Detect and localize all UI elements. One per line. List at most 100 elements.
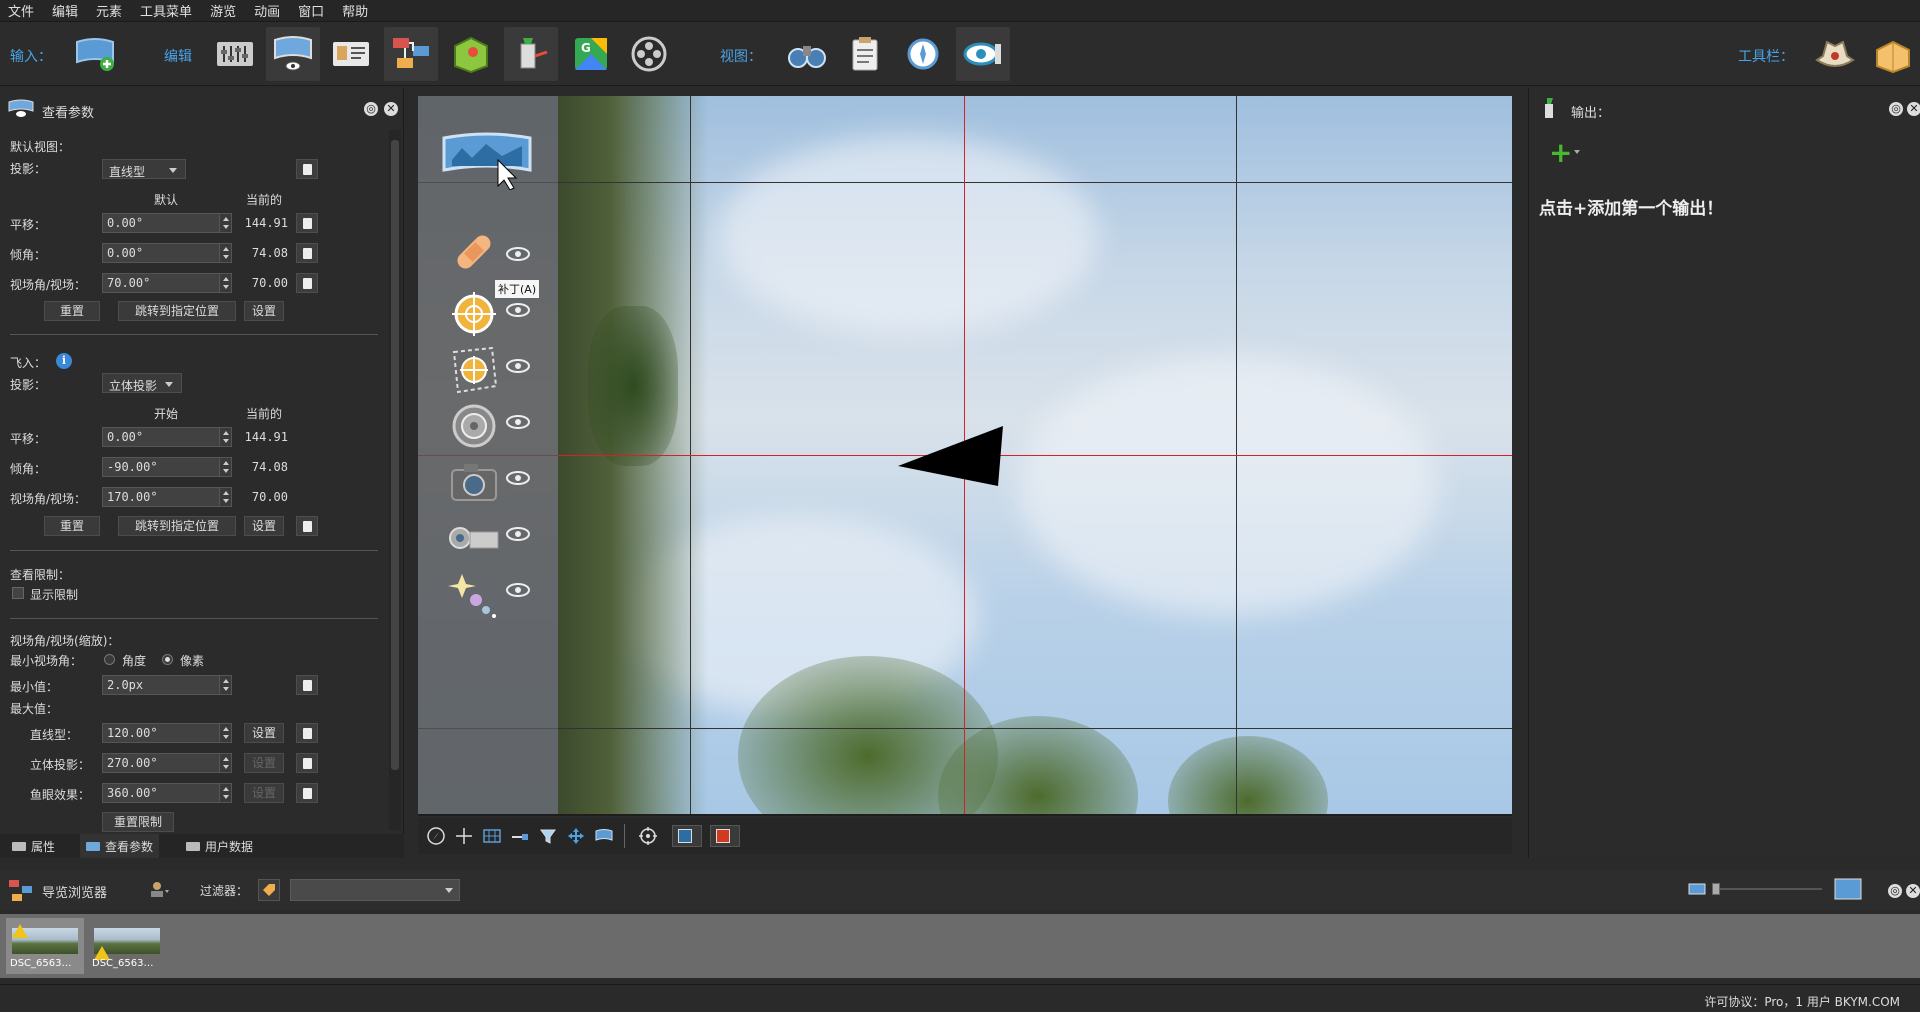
preview-button[interactable] [956, 27, 1010, 81]
spinner-arrows-icon[interactable] [219, 274, 231, 292]
rect-max-spinbox[interactable]: 120.00° [102, 723, 232, 743]
patch-bandage-icon[interactable] [446, 224, 502, 280]
fly-goto-button[interactable]: 跳转到指定位置 [118, 516, 236, 536]
horizon-level-icon[interactable] [510, 826, 530, 846]
tour-map-button[interactable] [384, 27, 438, 81]
stereo-max-spinbox[interactable]: 270.00° [102, 753, 232, 773]
spinner-arrows-icon[interactable] [219, 488, 231, 506]
panorama-view-icon[interactable] [594, 826, 614, 846]
filter-tag-button[interactable] [258, 879, 280, 901]
copy-button[interactable] [296, 783, 318, 803]
sound-speaker-icon[interactable] [446, 398, 502, 454]
copy-button[interactable] [296, 723, 318, 743]
close-icon[interactable]: ✕ [1907, 102, 1920, 116]
copy-button[interactable] [296, 159, 318, 179]
close-icon[interactable]: ✕ [384, 102, 398, 116]
fly-fov-spinbox[interactable]: 170.00° [102, 487, 232, 507]
close-icon[interactable]: ✕ [1906, 884, 1920, 898]
slider-handle[interactable] [1712, 883, 1720, 895]
info-icon[interactable]: i [56, 353, 72, 369]
panorama-thumbnail[interactable]: DSC_6563… [88, 918, 166, 974]
user-data-button[interactable] [324, 27, 378, 81]
output-button[interactable] [1866, 27, 1920, 81]
rect-set-button[interactable]: 设置 [244, 723, 284, 743]
menu-window[interactable]: 窗口 [298, 1, 324, 20]
fisheye-set-button[interactable]: 设置 [244, 783, 284, 803]
filter-dropdown[interactable] [290, 879, 460, 901]
pixel-radio[interactable] [162, 654, 173, 665]
view-params-button[interactable] [266, 27, 320, 81]
min-spinbox[interactable]: 2.0px [102, 675, 232, 695]
crosshair-icon[interactable] [454, 826, 474, 846]
panorama-select-icon[interactable] [442, 130, 532, 190]
tab-properties[interactable]: 属性 [6, 834, 61, 858]
reset-button[interactable]: 重置 [44, 301, 100, 321]
hotspot-pointer-icon[interactable] [898, 426, 1018, 496]
set-button[interactable]: 设置 [244, 301, 284, 321]
menu-help[interactable]: 帮助 [342, 1, 368, 20]
menu-animation[interactable]: 动画 [254, 1, 280, 20]
panel-scrollbar[interactable] [389, 130, 401, 830]
angle-radio[interactable] [104, 654, 115, 665]
goto-button[interactable]: 跳转到指定位置 [118, 301, 236, 321]
copy-button[interactable] [296, 675, 318, 695]
panorama-thumbnail[interactable]: DSC_6563… [6, 918, 84, 974]
menu-edit[interactable]: 编辑 [52, 1, 78, 20]
copy-button[interactable] [296, 213, 318, 233]
scrollbar-thumb[interactable] [391, 140, 399, 770]
eye-icon[interactable] [506, 470, 530, 486]
copy-button[interactable] [296, 243, 318, 263]
fly-set-button[interactable]: 设置 [244, 516, 284, 536]
camera-icon[interactable] [446, 454, 502, 510]
menu-tools[interactable]: 工具菜单 [140, 1, 192, 20]
grid-icon[interactable] [482, 826, 502, 846]
tab-view-params[interactable]: 查看参数 [80, 834, 160, 858]
line-color-picker[interactable] [672, 825, 702, 847]
add-output-button[interactable]: + [1549, 139, 1572, 167]
mixer-button[interactable] [208, 27, 262, 81]
eye-icon[interactable] [506, 302, 530, 318]
float-icon[interactable]: ◎ [364, 102, 378, 116]
tour-settings-button[interactable] [1808, 27, 1862, 81]
lens-flare-icon[interactable] [446, 566, 502, 622]
chevron-down-icon[interactable] [1574, 150, 1580, 154]
google-maps-button[interactable]: G [564, 27, 618, 81]
tab-user-data[interactable]: 用户数据 [180, 834, 259, 858]
projection-dropdown[interactable]: 直线型 [102, 159, 186, 179]
menu-file[interactable]: 文件 [8, 1, 34, 20]
fisheye-max-spinbox[interactable]: 360.00° [102, 783, 232, 803]
reset-limits-button[interactable]: 重置限制 [102, 812, 174, 832]
fly-reset-button[interactable]: 重置 [44, 516, 100, 536]
eye-icon[interactable] [506, 526, 530, 542]
copy-button[interactable] [296, 516, 318, 536]
eye-icon[interactable] [506, 414, 530, 430]
user-stamp-icon[interactable] [148, 880, 170, 900]
fly-pan-spinbox[interactable]: 0.00° [102, 427, 232, 447]
menu-tour[interactable]: 游览 [210, 1, 236, 20]
point-hotspot-icon[interactable] [446, 286, 502, 342]
tilt-spinbox[interactable]: 0.00° [102, 243, 232, 263]
polygon-hotspot-icon[interactable] [446, 342, 502, 398]
add-panorama-button[interactable] [68, 27, 122, 81]
fly-projection-dropdown[interactable]: 立体投影 [102, 373, 182, 393]
eye-icon[interactable] [506, 582, 530, 598]
spinner-arrows-icon[interactable] [219, 784, 231, 802]
spinner-arrows-icon[interactable] [219, 754, 231, 772]
spinner-arrows-icon[interactable] [219, 244, 231, 262]
video-projector-icon[interactable] [446, 510, 502, 566]
fill-color-picker[interactable] [710, 825, 740, 847]
target-icon[interactable] [638, 826, 658, 846]
spinner-arrows-icon[interactable] [219, 214, 231, 232]
eye-icon[interactable] [506, 358, 530, 374]
copy-button[interactable] [296, 753, 318, 773]
compass-icon[interactable] [426, 826, 446, 846]
panorama-viewport[interactable]: 补丁(A) [418, 96, 1512, 814]
pan-spinbox[interactable]: 0.00° [102, 213, 232, 233]
patch-tool-button[interactable] [504, 27, 558, 81]
spinner-arrows-icon[interactable] [219, 724, 231, 742]
binoculars-button[interactable] [780, 27, 834, 81]
eye-icon[interactable] [506, 246, 530, 262]
fov-spinbox[interactable]: 70.00° [102, 273, 232, 293]
show-limits-checkbox[interactable] [12, 587, 24, 599]
float-icon[interactable]: ◎ [1888, 884, 1902, 898]
